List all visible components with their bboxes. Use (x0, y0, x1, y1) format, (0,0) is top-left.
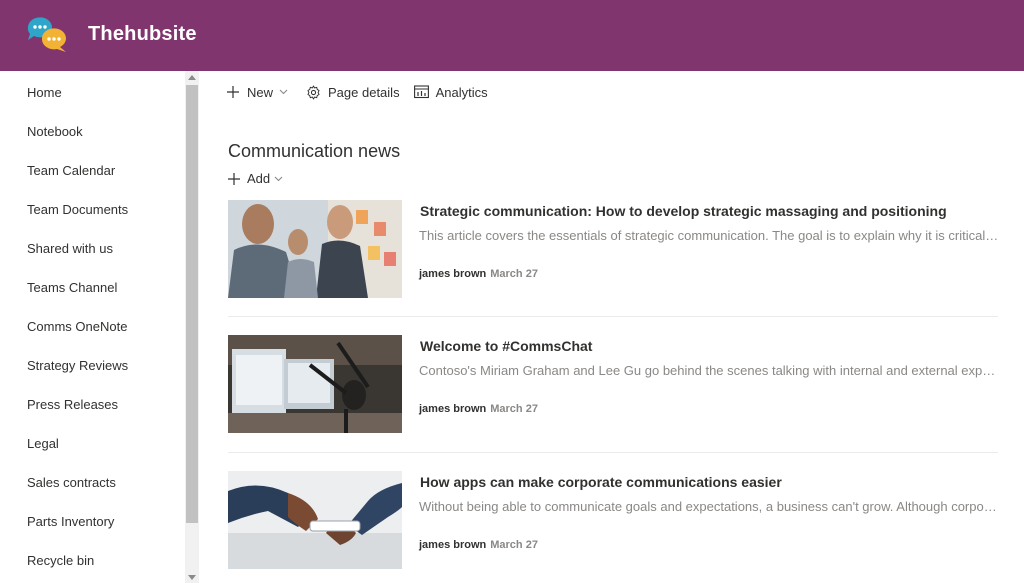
command-bar: New Page details Analytics (226, 82, 502, 102)
plus-icon (227, 86, 239, 98)
news-thumbnail-image[interactable] (228, 200, 402, 298)
site-title[interactable]: Thehubsite (88, 23, 197, 46)
plus-icon (228, 172, 240, 185)
news-title[interactable]: How apps can make corporate communicatio… (420, 474, 782, 490)
nav-item-teams-channel[interactable]: Teams Channel (27, 280, 117, 295)
left-navigation: Home Notebook Team Calendar Team Documen… (0, 71, 185, 583)
news-author: james brown (419, 268, 487, 280)
news-date: March 27 (490, 539, 538, 551)
news-description: Without being able to communicate goals … (419, 499, 999, 514)
chat-bubbles-logo-icon[interactable] (26, 15, 68, 55)
new-button-label: New (247, 84, 274, 100)
site-header: Thehubsite (0, 0, 1024, 71)
new-button[interactable]: New (226, 85, 288, 100)
nav-item-sales-contracts[interactable]: Sales contracts (27, 475, 116, 490)
news-author: james brown (419, 403, 487, 415)
nav-item-recycle-bin[interactable]: Recycle bin (27, 553, 94, 568)
news-date: March 27 (490, 268, 538, 280)
nav-item-comms-onenote[interactable]: Comms OneNote (27, 319, 127, 334)
news-date: March 27 (490, 403, 538, 415)
page-details-button[interactable]: Page details (306, 85, 400, 100)
nav-item-home[interactable]: Home (27, 85, 62, 100)
divider (228, 452, 998, 453)
nav-item-team-calendar[interactable]: Team Calendar (27, 163, 115, 178)
chevron-down-icon (274, 176, 283, 181)
news-item[interactable]: Strategic communication: How to develop … (228, 200, 999, 300)
nav-item-press-releases[interactable]: Press Releases (27, 397, 118, 412)
add-button-label: Add (247, 171, 271, 186)
chevron-down-icon (279, 89, 288, 95)
nav-item-team-documents[interactable]: Team Documents (27, 202, 128, 217)
scrollbar-thumb[interactable] (186, 85, 198, 523)
news-title[interactable]: Welcome to #CommsChat (420, 338, 592, 354)
section-title: Communication news (228, 141, 401, 161)
nav-item-shared-with-us[interactable]: Shared with us (27, 241, 113, 256)
nav-scrollbar[interactable] (185, 71, 199, 583)
nav-item-notebook[interactable]: Notebook (27, 124, 83, 139)
news-meta: james brown March 27 (419, 403, 538, 415)
page-details-label: Page details (328, 84, 400, 100)
divider (228, 316, 998, 317)
news-meta: james brown March 27 (419, 539, 538, 551)
news-meta: james brown March 27 (419, 268, 538, 280)
news-thumbnail-image[interactable] (228, 335, 402, 433)
add-news-button[interactable]: Add (227, 171, 289, 186)
nav-item-legal[interactable]: Legal (27, 436, 59, 451)
analytics-label: Analytics (435, 84, 488, 100)
news-item[interactable]: How apps can make corporate communicatio… (228, 471, 999, 571)
news-title[interactable]: Strategic communication: How to develop … (420, 203, 947, 219)
news-item[interactable]: Welcome to #CommsChat Contoso's Miriam G… (228, 335, 999, 435)
nav-item-strategy-reviews[interactable]: Strategy Reviews (27, 358, 128, 373)
scroll-down-arrow-icon[interactable] (188, 575, 196, 580)
analytics-icon (413, 85, 429, 99)
news-description: This article covers the essentials of st… (419, 228, 999, 243)
news-thumbnail-image[interactable] (228, 471, 402, 569)
analytics-button[interactable]: Analytics (413, 84, 488, 100)
gear-icon (307, 84, 320, 100)
scroll-up-arrow-icon[interactable] (188, 75, 196, 80)
news-description: Contoso's Miriam Graham and Lee Gu go be… (419, 363, 999, 378)
nav-item-parts-inventory[interactable]: Parts Inventory (27, 514, 114, 529)
news-author: james brown (419, 539, 487, 551)
